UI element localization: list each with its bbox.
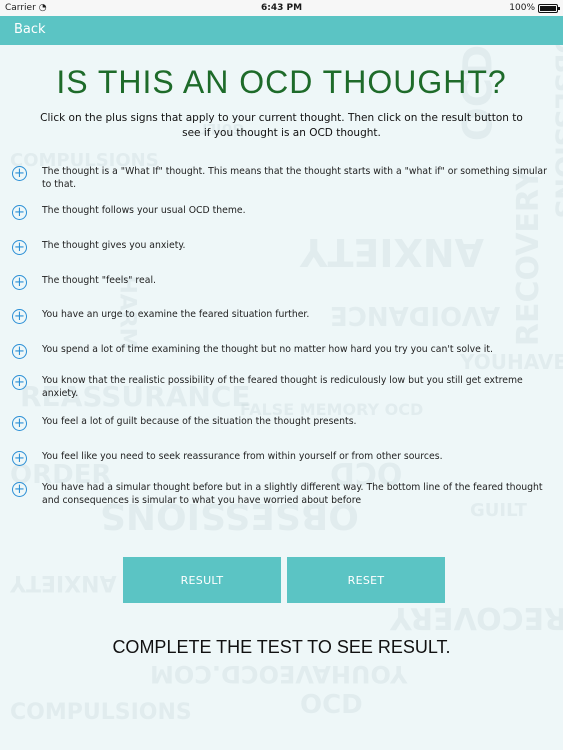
checklist-item: + You have an urge to examine the feared …: [12, 309, 557, 324]
plus-circle-icon[interactable]: +: [12, 309, 27, 324]
status-bar: Carrier ◔ 6:43 PM 100%: [0, 0, 563, 16]
checklist-item-text: You feel a lot of guilt because of the s…: [42, 416, 357, 427]
watermark-word: RECOVERY: [390, 600, 563, 635]
checklist-item-text: You have an urge to examine the feared s…: [42, 309, 310, 320]
checklist-item-text: The thought gives you anxiety.: [42, 240, 186, 251]
plus-circle-icon[interactable]: +: [12, 375, 27, 390]
plus-circle-icon[interactable]: +: [12, 344, 27, 359]
battery-icon: [538, 3, 560, 13]
checklist-item: + You know that the realistic possibility…: [12, 375, 557, 400]
watermark-word: YOUHAVEOCD.COM: [150, 660, 408, 688]
checklist-item: + The thought follows your usual OCD them…: [12, 205, 557, 220]
checklist-item: + The thought is a "What If" thought. Thi…: [12, 166, 557, 191]
checklist-item: + The thought gives you anxiety.: [12, 240, 557, 255]
plus-circle-icon[interactable]: +: [12, 166, 27, 181]
instructions-text: Click on the plus signs that apply to yo…: [40, 112, 523, 139]
watermark-word: COMPULSIONS: [10, 700, 192, 725]
checklist-item: + You feel a lot of guilt because of the …: [12, 416, 557, 431]
reset-button[interactable]: RESET: [287, 557, 445, 603]
plus-circle-icon[interactable]: +: [12, 416, 27, 431]
watermark-word: ANXIETY: [10, 570, 117, 595]
checklist-item-text: You feel like you need to seek reassuran…: [42, 451, 443, 462]
checklist-item-text: The thought "feels" real.: [42, 275, 156, 286]
nav-bar: Back: [0, 16, 563, 45]
checklist-item-text: You know that the realistic possibility …: [42, 375, 523, 399]
checklist-item: + The thought "feels" real.: [12, 275, 557, 290]
plus-circle-icon[interactable]: +: [12, 240, 27, 255]
checklist-item-text: You spend a lot of time examining the th…: [42, 344, 493, 355]
wifi-icon: ◔: [38, 3, 47, 13]
checklist-item: + You feel like you need to seek reassura…: [12, 451, 557, 466]
checklist-item-text: The thought is a "What If" thought. This…: [42, 166, 547, 190]
back-button[interactable]: Back: [14, 22, 46, 37]
battery-percent: 100%: [509, 3, 535, 13]
plus-circle-icon[interactable]: +: [12, 275, 27, 290]
page-title: IS THIS AN OCD THOUGHT?: [56, 64, 507, 100]
plus-circle-icon[interactable]: +: [12, 482, 27, 497]
watermark-word: OCD: [300, 690, 363, 720]
checklist-item: + You have had a simular thought before b…: [12, 482, 557, 507]
result-message: COMPLETE THE TEST TO SEE RESULT.: [112, 637, 451, 657]
carrier-label: Carrier: [5, 3, 36, 13]
status-time: 6:43 PM: [260, 3, 303, 13]
plus-circle-icon[interactable]: +: [12, 205, 27, 220]
checklist-item-text: The thought follows your usual OCD theme…: [42, 205, 246, 216]
plus-circle-icon[interactable]: +: [12, 451, 27, 466]
checklist-item-text: You have had a simular thought before bu…: [42, 482, 543, 506]
result-button[interactable]: RESULT: [123, 557, 281, 603]
checklist-item: + You spend a lot of time examining the t…: [12, 344, 557, 359]
